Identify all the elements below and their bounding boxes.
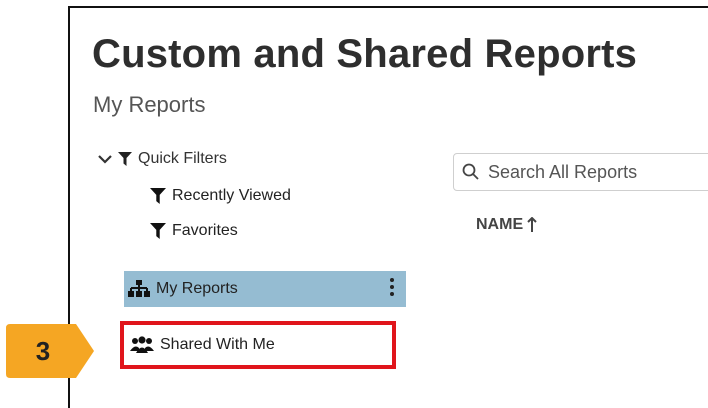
page-subtitle: My Reports <box>93 92 206 117</box>
filter-label: Favorites <box>172 222 238 239</box>
users-icon <box>130 336 154 354</box>
sort-ascending-icon <box>527 217 537 233</box>
filter-favorites[interactable]: Favorites <box>150 222 238 240</box>
filter-icon <box>118 152 132 166</box>
filter-icon <box>150 188 166 204</box>
page-title: Custom and Shared Reports <box>92 32 638 76</box>
quick-filters-label: Quick Filters <box>138 150 227 167</box>
filter-icon <box>150 223 166 239</box>
step-number: 3 <box>35 335 51 366</box>
step-callout: 3 <box>4 322 96 380</box>
filter-label: Recently Viewed <box>172 187 291 204</box>
sidebar-item-shared-with-me[interactable]: Shared With Me <box>120 321 396 369</box>
sidebar-item-label: My Reports <box>156 280 238 297</box>
search-box[interactable] <box>453 153 708 191</box>
quick-filters-toggle[interactable]: Quick Filters <box>98 150 227 168</box>
column-label: NAME <box>476 216 524 233</box>
hierarchy-icon <box>128 280 150 298</box>
sidebar-item-my-reports[interactable]: My Reports <box>124 271 406 307</box>
chevron-down-icon[interactable] <box>98 154 112 164</box>
search-input[interactable] <box>486 160 708 184</box>
column-header-name[interactable]: NAME <box>476 216 537 234</box>
search-icon <box>462 163 480 181</box>
sidebar-item-label: Shared With Me <box>160 336 275 353</box>
more-options-icon[interactable] <box>390 278 396 296</box>
filter-recently-viewed[interactable]: Recently Viewed <box>150 187 291 205</box>
